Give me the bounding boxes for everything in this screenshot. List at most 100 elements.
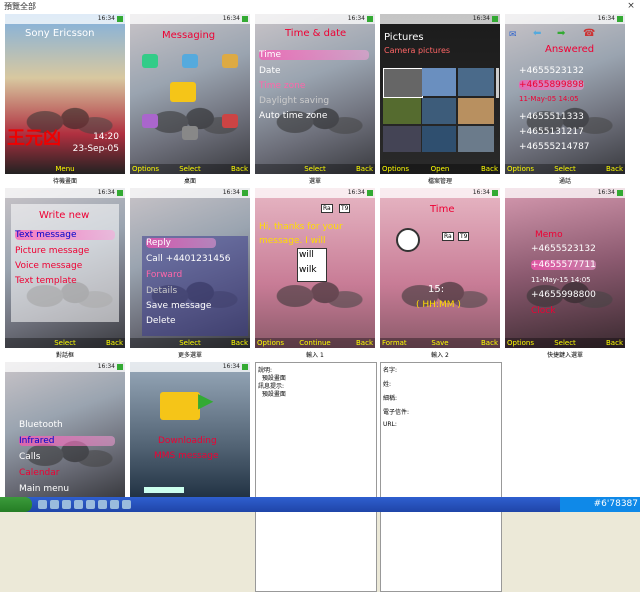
suggestion-item[interactable]: will bbox=[299, 250, 314, 260]
call-entry[interactable]: +46555214787 bbox=[519, 142, 590, 152]
call-entry[interactable]: +4655131217 bbox=[519, 127, 584, 137]
quicklaunch-icon[interactable] bbox=[86, 500, 95, 509]
call-entry[interactable]: +4655511333 bbox=[519, 112, 584, 122]
message-text[interactable]: Hi, thanks for your bbox=[259, 222, 343, 232]
preview-more-menu[interactable]: 16:34 Reply Call +4401231456 Forward Det… bbox=[130, 188, 250, 360]
menu-item[interactable]: Text message bbox=[15, 230, 115, 240]
softkey-right[interactable]: Back bbox=[606, 338, 623, 348]
cell-caption: 對話框 bbox=[55, 352, 74, 359]
softkeys: Select Back bbox=[5, 338, 125, 348]
softkey-right[interactable]: Back bbox=[606, 164, 623, 174]
panel-line: 預設畫面 bbox=[258, 391, 286, 398]
preview-download[interactable]: 16:34 ▶ Downloading MMS message bbox=[130, 362, 250, 497]
quicklaunch-icon[interactable] bbox=[74, 500, 83, 509]
message-text[interactable]: message. I will bbox=[259, 236, 326, 246]
shortcut-item[interactable]: Clock bbox=[531, 306, 555, 316]
softkey-right[interactable]: Back bbox=[356, 164, 373, 174]
shortcut-item[interactable]: 11-May-15 14:05 bbox=[531, 276, 591, 284]
battery-icon bbox=[242, 364, 248, 370]
preview-menu[interactable]: 16:34 Time & date Time Date Time zone Da… bbox=[255, 14, 375, 186]
picture-thumb[interactable] bbox=[422, 126, 456, 152]
preview-input-2[interactable]: 16:34 Time Ra T9 15: ( HH:MM ) Format Sa… bbox=[380, 188, 500, 360]
preview-standby[interactable]: 16:34 Sony Ericsson 王元凶 14:20 23-Sep-05 … bbox=[5, 14, 125, 186]
menu-item[interactable]: Main menu bbox=[19, 484, 69, 494]
menu-item[interactable]: Calls bbox=[19, 452, 41, 462]
app-icon bbox=[222, 114, 238, 128]
shortcut-item[interactable]: Memo bbox=[535, 230, 563, 240]
status-bar: 16:34 bbox=[130, 362, 250, 372]
shortcut-item[interactable]: +4655998800 bbox=[531, 290, 596, 300]
preview-dialog[interactable]: 16:34 Write new Text message Picture mes… bbox=[5, 188, 125, 360]
menu-item[interactable]: Reply bbox=[146, 238, 216, 248]
menu-item[interactable]: Call +4401231456 bbox=[146, 254, 230, 264]
menu-item[interactable]: Forward bbox=[146, 270, 182, 280]
preview-main-menu[interactable]: 16:34 Bluetooth Infrared Calls Calendar … bbox=[5, 362, 125, 497]
shortcut-item[interactable]: +4655577711 bbox=[531, 260, 596, 270]
preview-desktop[interactable]: 16:34 Messaging Options Select Back 桌面 bbox=[130, 14, 250, 186]
picture-thumb[interactable] bbox=[383, 126, 421, 152]
preview-shortcut-menu[interactable]: 16:34 Memo +4655523132 +4655577711 11-Ma… bbox=[505, 188, 625, 360]
picture-thumb[interactable] bbox=[383, 68, 423, 98]
input-mode-indicator: Ra bbox=[442, 232, 454, 241]
call-entry[interactable]: +4655523132 bbox=[519, 66, 584, 76]
softkeys: Options Continue Back bbox=[255, 338, 375, 348]
shortcut-item[interactable]: +4655523132 bbox=[531, 244, 596, 254]
picture-thumb[interactable] bbox=[383, 98, 421, 124]
menu-item[interactable]: Infrared bbox=[19, 436, 115, 446]
menu-item[interactable]: Details bbox=[146, 286, 177, 296]
preview-calls[interactable]: 16:34 ✉ ⬅ ➡ ☎ Answered +4655523132 +4655… bbox=[505, 14, 625, 186]
main-menu-screen: 16:34 Bluetooth Infrared Calls Calendar … bbox=[5, 362, 125, 497]
battery-icon bbox=[492, 190, 498, 196]
taskbar: #6'78387 bbox=[0, 497, 640, 512]
softkey-center[interactable]: Menu bbox=[5, 164, 125, 174]
time-input[interactable]: 15: bbox=[428, 284, 444, 295]
start-button[interactable] bbox=[0, 497, 32, 512]
softkeys: Options Open Back bbox=[380, 164, 500, 174]
softkey-right[interactable]: Back bbox=[481, 164, 498, 174]
menu-item[interactable]: Auto time zone bbox=[259, 111, 327, 121]
menu-item[interactable]: Date bbox=[259, 66, 281, 76]
quicklaunch-icon[interactable] bbox=[38, 500, 47, 509]
input-2-screen: 16:34 Time Ra T9 15: ( HH:MM ) Format Sa… bbox=[380, 188, 500, 348]
picture-thumb[interactable] bbox=[458, 126, 494, 152]
picture-thumb[interactable] bbox=[458, 68, 494, 96]
menu-item[interactable]: Time zone bbox=[259, 81, 305, 91]
preview-file-manager[interactable]: 16:34 Pictures Camera pictures Options O… bbox=[380, 14, 500, 186]
missed-call-icon: ☎ bbox=[583, 28, 596, 39]
preview-input-1[interactable]: 16:34 Ra T9 Hi, thanks for your message.… bbox=[255, 188, 375, 360]
arrow-right-icon[interactable]: ➡ bbox=[557, 28, 565, 39]
menu-item[interactable]: Time bbox=[259, 50, 369, 60]
softkey-right[interactable]: Back bbox=[231, 338, 248, 348]
menu-item[interactable]: Picture message bbox=[15, 246, 89, 256]
menu-item[interactable]: Voice message bbox=[15, 261, 82, 271]
quicklaunch-icon[interactable] bbox=[110, 500, 119, 509]
menu-item[interactable]: Calendar bbox=[19, 468, 59, 478]
arrow-left-icon[interactable]: ⬅ bbox=[533, 28, 541, 39]
quicklaunch-icon[interactable] bbox=[62, 500, 71, 509]
status-bar: 16:34 bbox=[5, 188, 125, 198]
softkey-right[interactable]: Back bbox=[481, 338, 498, 348]
picture-thumb[interactable] bbox=[422, 98, 456, 124]
quicklaunch-icon[interactable] bbox=[50, 500, 59, 509]
quicklaunch-icon[interactable] bbox=[122, 500, 131, 509]
window-title: 預覽全部 bbox=[4, 2, 36, 11]
menu-item[interactable]: Save message bbox=[146, 301, 211, 311]
picture-thumb[interactable] bbox=[422, 68, 456, 96]
softkey-right[interactable]: Back bbox=[231, 164, 248, 174]
menu-item[interactable]: Bluetooth bbox=[19, 420, 63, 430]
preview-canvas: 16:34 Sony Ericsson 王元凶 14:20 23-Sep-05 … bbox=[0, 14, 640, 592]
menu-item[interactable]: Daylight saving bbox=[259, 96, 329, 106]
picture-thumb[interactable] bbox=[458, 98, 494, 124]
softkey-right[interactable]: Back bbox=[356, 338, 373, 348]
scrollbar[interactable] bbox=[496, 68, 499, 98]
close-button[interactable]: × bbox=[625, 1, 637, 12]
menu-item[interactable]: Text template bbox=[15, 276, 77, 286]
dialog-title: Write new bbox=[39, 210, 90, 221]
suggestion-item[interactable]: wilk bbox=[299, 265, 317, 275]
cell-caption: 通話 bbox=[558, 178, 571, 185]
call-entry[interactable]: +4655899898 bbox=[519, 80, 584, 90]
quicklaunch-icon[interactable] bbox=[98, 500, 107, 509]
softkey-right[interactable]: Back bbox=[106, 338, 123, 348]
brand-text: Sony Ericsson bbox=[25, 28, 95, 39]
menu-item[interactable]: Delete bbox=[146, 316, 176, 326]
